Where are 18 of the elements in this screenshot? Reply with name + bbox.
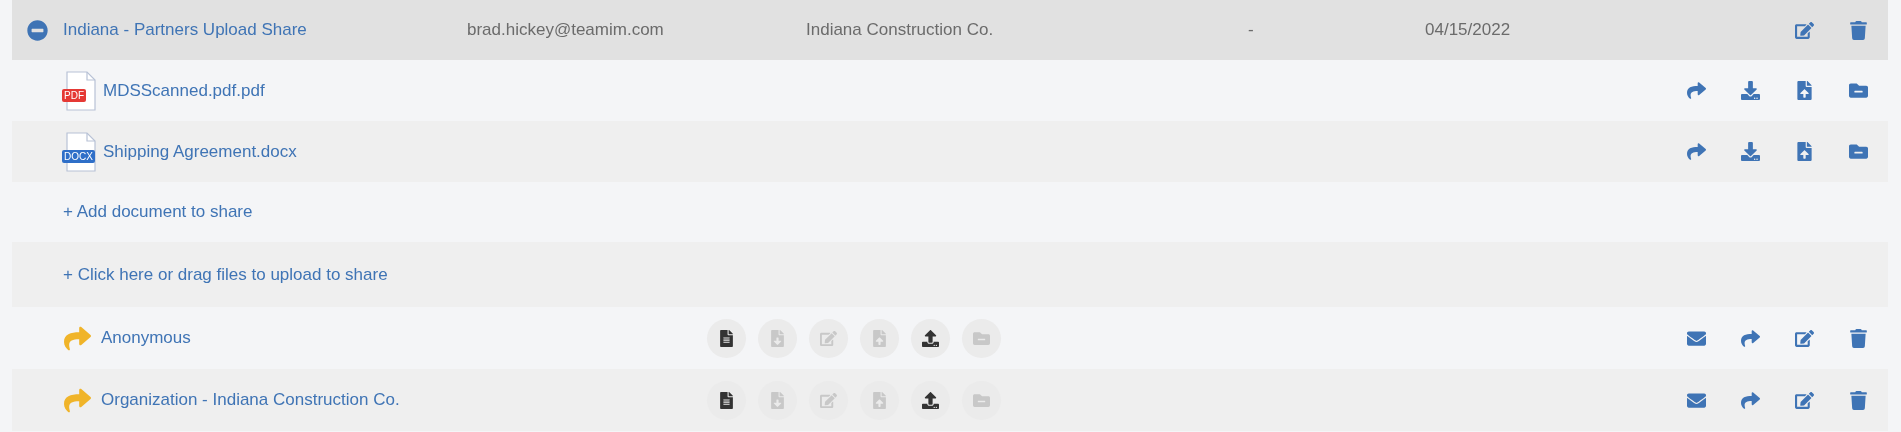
share-name[interactable]: Indiana - Partners Upload Share [63,17,467,43]
file-name[interactable]: MDSScanned.pdf.pdf [103,77,265,104]
upload-icon[interactable] [911,380,950,420]
share-arrow-icon [64,324,91,352]
document-icon[interactable] [707,318,746,358]
recipient-name[interactable]: Anonymous [101,325,707,351]
table-cell-text: - [1248,19,1255,42]
company-name: Indiana Construction Co. [806,19,995,42]
share-date: 04/15/2022 [1425,19,1511,42]
add-link[interactable]: + Add document to share [63,199,253,225]
file-name[interactable]: Shipping Agreement.docx [103,138,297,165]
document-icon[interactable] [707,380,746,420]
share-arrow-icon [64,386,91,414]
upload-icon[interactable] [911,318,950,358]
recipient-name[interactable]: Organization - Indiana Construction Co. [101,387,707,413]
owner-email: brad.hickey@teamim.com [467,19,665,42]
collapse-icon[interactable] [27,19,48,41]
add-link[interactable]: + Click here or drag files to upload to share [63,261,388,288]
